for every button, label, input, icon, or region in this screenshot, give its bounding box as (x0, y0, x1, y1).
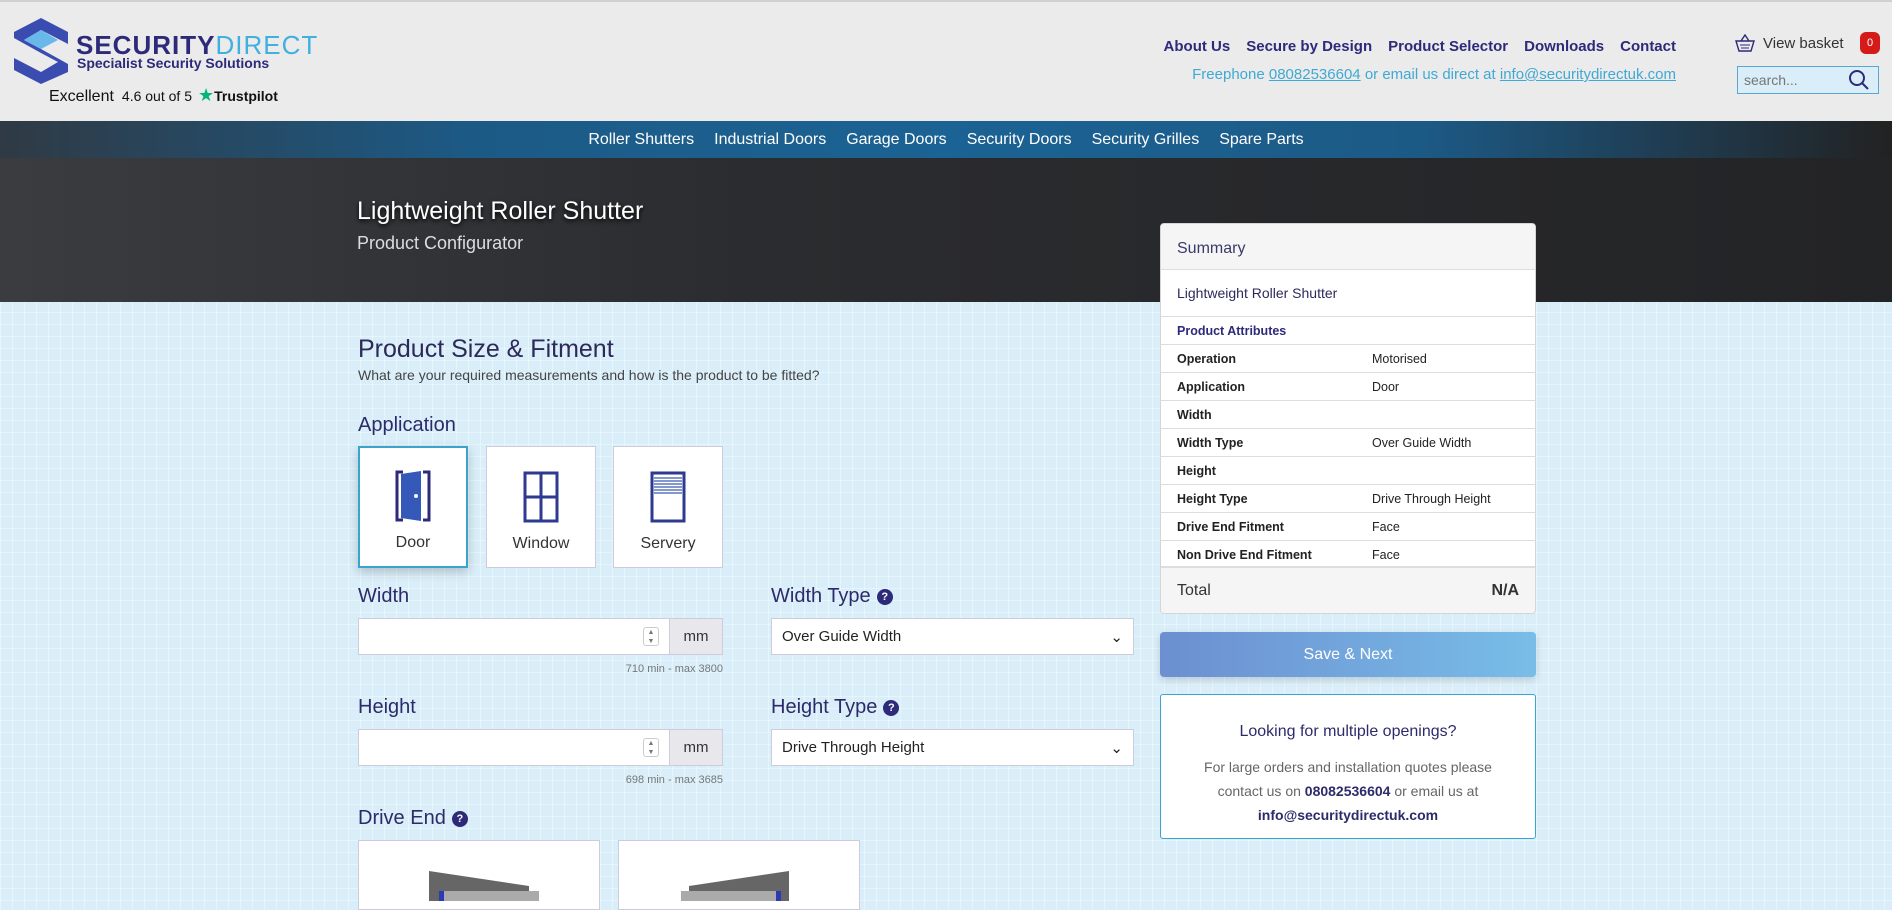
height-field: ▲ ▼ mm (358, 729, 723, 766)
width-unit: mm (669, 619, 722, 654)
summary-total: Total N/A (1161, 566, 1535, 613)
drive-end-left-image (429, 871, 539, 901)
width-hint: 710 min - max 3800 (625, 663, 723, 675)
width-label: Width (358, 585, 410, 607)
application-label: Application (358, 414, 456, 436)
nav-garage-doors[interactable]: Garage Doors (846, 131, 947, 149)
summary-row-key: Drive End Fitment (1177, 519, 1284, 534)
height-hint: 698 min - max 3685 (625, 774, 723, 786)
height-type-label: Height Type? (771, 696, 900, 719)
logo-tagline: Specialist Security Solutions (77, 55, 270, 71)
help-icon[interactable]: ? (883, 699, 900, 716)
width-input[interactable] (359, 619, 633, 654)
width-type-label: Width Type? (771, 585, 893, 608)
summary-row-value: Motorised (1372, 351, 1427, 366)
nav-security-doors[interactable]: Security Doors (967, 131, 1072, 149)
search-box (1737, 66, 1879, 94)
search-icon[interactable] (1848, 69, 1870, 91)
summary-row: Operation Motorised (1161, 345, 1535, 373)
star-icon: ★ (197, 85, 215, 105)
logo-icon[interactable] (14, 18, 68, 84)
link-product-selector[interactable]: Product Selector (1388, 38, 1508, 55)
link-contact[interactable]: Contact (1620, 38, 1676, 55)
summary-row-key: Non Drive End Fitment (1177, 547, 1312, 562)
save-next-button[interactable]: Save & Next (1160, 632, 1536, 677)
multi-email-link[interactable]: info@securitydirectuk.com (1258, 807, 1438, 823)
nav-spare-parts[interactable]: Spare Parts (1219, 131, 1303, 149)
drive-end-option-left[interactable] (358, 840, 600, 910)
summary-row-key: Height Type (1177, 491, 1248, 506)
summary-row-value: Face (1372, 547, 1400, 562)
summary-row-value: Drive Through Height (1372, 491, 1491, 506)
summary-product: Lightweight Roller Shutter (1161, 270, 1535, 317)
summary-row-key: Width Type (1177, 435, 1244, 450)
summary-row: Width (1161, 401, 1535, 429)
servery-icon (650, 471, 686, 523)
section-subtitle: What are your required measurements and … (358, 367, 820, 383)
height-label: Height (358, 696, 416, 718)
height-input[interactable] (359, 730, 633, 765)
search-input[interactable] (1738, 72, 1848, 88)
summary-row: Drive End Fitment Face (1161, 513, 1535, 541)
width-type-select[interactable]: Over Guide Width ⌄ (771, 618, 1134, 655)
window-icon (523, 471, 559, 523)
drive-end-label: Drive End? (358, 807, 468, 830)
application-servery[interactable]: Servery (613, 446, 723, 568)
view-basket-button[interactable]: View basket (1735, 34, 1844, 52)
contact-line: Freephone 08082536604 or email us direct… (1192, 66, 1676, 83)
page-title: Lightweight Roller Shutter (357, 197, 644, 225)
chevron-down-icon: ⌄ (1110, 739, 1123, 757)
summary-row-value: Over Guide Width (1372, 435, 1472, 450)
summary-row-key: Application (1177, 379, 1246, 394)
summary-row-key: Operation (1177, 351, 1237, 366)
width-field: ▲ ▼ mm (358, 618, 723, 655)
nav-roller-shutters[interactable]: Roller Shutters (588, 131, 694, 149)
summary-row-key: Height (1177, 463, 1216, 478)
drive-end-right-image (681, 871, 789, 901)
summary-row: Application Door (1161, 373, 1535, 401)
top-links: About Us Secure by Design Product Select… (1164, 38, 1676, 55)
nav-security-grilles[interactable]: Security Grilles (1092, 131, 1200, 149)
height-unit: mm (669, 730, 722, 765)
summary-row: Width Type Over Guide Width (1161, 429, 1535, 457)
basket-count-badge: 0 (1860, 32, 1880, 54)
summary-attributes-title: Product Attributes (1161, 317, 1535, 345)
link-about-us[interactable]: About Us (1164, 38, 1231, 55)
drive-end-option-right[interactable] (618, 840, 860, 910)
summary-card: Summary Lightweight Roller Shutter Produ… (1160, 223, 1536, 614)
basket-icon (1735, 34, 1755, 52)
height-stepper[interactable]: ▲ ▼ (643, 738, 659, 757)
summary-row-key: Width (1177, 407, 1212, 422)
email-link[interactable]: info@securitydirectuk.com (1500, 66, 1676, 83)
summary-row-value: Face (1372, 519, 1400, 534)
link-downloads[interactable]: Downloads (1524, 38, 1604, 55)
door-icon (395, 470, 431, 522)
section-title: Product Size & Fitment (358, 335, 614, 363)
application-window[interactable]: Window (486, 446, 596, 568)
chevron-down-icon: ⌄ (1110, 628, 1123, 646)
page-subtitle: Product Configurator (357, 233, 524, 253)
summary-title: Summary (1161, 224, 1535, 270)
height-type-select[interactable]: Drive Through Height ⌄ (771, 729, 1134, 766)
help-icon[interactable]: ? (876, 588, 893, 605)
application-door[interactable]: Door (358, 446, 468, 568)
summary-row: Height Type Drive Through Height (1161, 485, 1535, 513)
help-icon[interactable]: ? (451, 810, 468, 827)
summary-row: Non Drive End Fitment Face (1161, 541, 1535, 569)
summary-row: Height (1161, 457, 1535, 485)
trustpilot-widget[interactable]: Excellent 4.6 out of 5 ★Trustpilot (49, 85, 278, 106)
main-nav: Roller Shutters Industrial Doors Garage … (0, 121, 1892, 158)
phone-link[interactable]: 08082536604 (1269, 66, 1361, 83)
multiple-openings-box: Looking for multiple openings? For large… (1160, 694, 1536, 839)
nav-industrial-doors[interactable]: Industrial Doors (714, 131, 826, 149)
multi-phone-link[interactable]: 08082536604 (1305, 783, 1391, 799)
summary-row-value: Door (1372, 379, 1400, 394)
width-stepper[interactable]: ▲ ▼ (643, 627, 659, 646)
link-secure-by-design[interactable]: Secure by Design (1246, 38, 1372, 55)
